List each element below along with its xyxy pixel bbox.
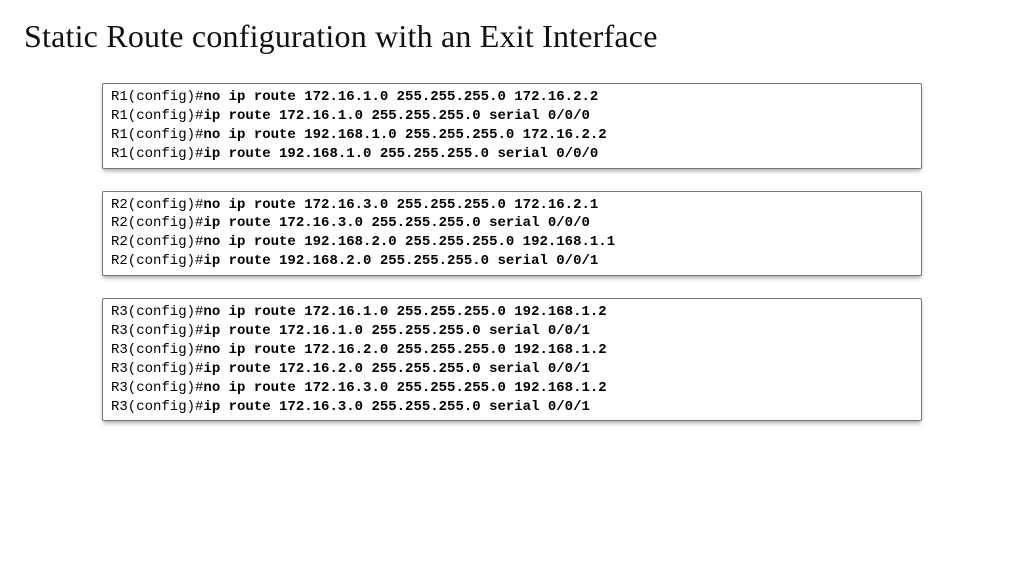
cli-prompt: R3(config)#	[111, 304, 203, 320]
cli-prompt: R2(config)#	[111, 253, 203, 269]
cli-line: R2(config)#ip route 172.16.3.0 255.255.2…	[111, 214, 913, 233]
cli-prompt: R3(config)#	[111, 361, 203, 377]
cli-command: ip route 172.16.2.0 255.255.255.0 serial…	[203, 361, 589, 377]
cli-prompt: R1(config)#	[111, 146, 203, 162]
cli-prompt: R1(config)#	[111, 89, 203, 105]
terminal-block-r2: R2(config)#no ip route 172.16.3.0 255.25…	[102, 191, 922, 277]
cli-command: no ip route 172.16.3.0 255.255.255.0 172…	[203, 197, 598, 213]
cli-line: R3(config)#ip route 172.16.3.0 255.255.2…	[111, 398, 913, 417]
cli-line: R2(config)#no ip route 192.168.2.0 255.2…	[111, 233, 913, 252]
cli-prompt: R2(config)#	[111, 234, 203, 250]
cli-line: R3(config)#no ip route 172.16.2.0 255.25…	[111, 341, 913, 360]
slide: Static Route configuration with an Exit …	[0, 0, 1024, 439]
terminal-blocks: R1(config)#no ip route 172.16.1.0 255.25…	[24, 83, 1000, 421]
cli-prompt: R3(config)#	[111, 323, 203, 339]
cli-command: ip route 172.16.1.0 255.255.255.0 serial…	[203, 323, 589, 339]
cli-command: ip route 172.16.3.0 255.255.255.0 serial…	[203, 399, 589, 415]
cli-prompt: R3(config)#	[111, 380, 203, 396]
cli-line: R1(config)#ip route 192.168.1.0 255.255.…	[111, 145, 913, 164]
cli-line: R1(config)#no ip route 192.168.1.0 255.2…	[111, 126, 913, 145]
cli-line: R2(config)#no ip route 172.16.3.0 255.25…	[111, 196, 913, 215]
page-title: Static Route configuration with an Exit …	[24, 18, 1000, 55]
cli-line: R3(config)#ip route 172.16.2.0 255.255.2…	[111, 360, 913, 379]
terminal-block-r3: R3(config)#no ip route 172.16.1.0 255.25…	[102, 298, 922, 421]
cli-line: R2(config)#ip route 192.168.2.0 255.255.…	[111, 252, 913, 271]
cli-command: ip route 172.16.3.0 255.255.255.0 serial…	[203, 215, 589, 231]
cli-command: no ip route 192.168.2.0 255.255.255.0 19…	[203, 234, 615, 250]
cli-command: no ip route 172.16.1.0 255.255.255.0 192…	[203, 304, 606, 320]
cli-command: ip route 192.168.2.0 255.255.255.0 seria…	[203, 253, 598, 269]
cli-command: no ip route 192.168.1.0 255.255.255.0 17…	[203, 127, 606, 143]
cli-line: R1(config)#no ip route 172.16.1.0 255.25…	[111, 88, 913, 107]
cli-line: R1(config)#ip route 172.16.1.0 255.255.2…	[111, 107, 913, 126]
cli-prompt: R3(config)#	[111, 342, 203, 358]
cli-command: no ip route 172.16.1.0 255.255.255.0 172…	[203, 89, 598, 105]
cli-prompt: R2(config)#	[111, 215, 203, 231]
cli-prompt: R1(config)#	[111, 108, 203, 124]
terminal-block-r1: R1(config)#no ip route 172.16.1.0 255.25…	[102, 83, 922, 169]
cli-command: no ip route 172.16.3.0 255.255.255.0 192…	[203, 380, 606, 396]
cli-prompt: R3(config)#	[111, 399, 203, 415]
cli-prompt: R1(config)#	[111, 127, 203, 143]
cli-line: R3(config)#ip route 172.16.1.0 255.255.2…	[111, 322, 913, 341]
cli-prompt: R2(config)#	[111, 197, 203, 213]
cli-line: R3(config)#no ip route 172.16.3.0 255.25…	[111, 379, 913, 398]
cli-command: no ip route 172.16.2.0 255.255.255.0 192…	[203, 342, 606, 358]
cli-command: ip route 172.16.1.0 255.255.255.0 serial…	[203, 108, 589, 124]
cli-line: R3(config)#no ip route 172.16.1.0 255.25…	[111, 303, 913, 322]
cli-command: ip route 192.168.1.0 255.255.255.0 seria…	[203, 146, 598, 162]
